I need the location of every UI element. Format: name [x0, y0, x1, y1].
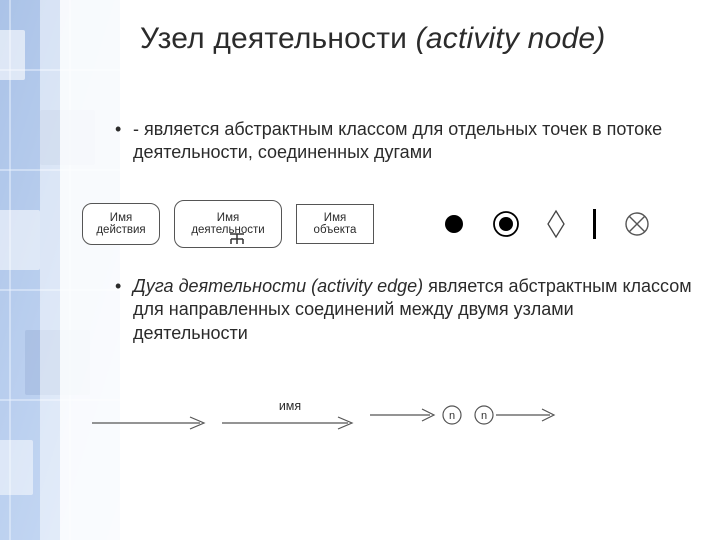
object-node-line1: Имя [324, 212, 346, 224]
arrow-icon [90, 415, 210, 431]
arrow-icon [220, 415, 360, 431]
edge-plain [85, 385, 215, 445]
control-nodes-group [442, 208, 650, 240]
action-node-shape: Имя действия [82, 203, 160, 245]
bullet-1: - является абстрактным классом для отдел… [115, 118, 693, 165]
activity-node-shape: Имя деятельности [174, 200, 282, 248]
action-node-line2: действия [96, 224, 145, 236]
object-node-line2: объекта [314, 224, 357, 236]
edge-connector-pair: n n [365, 385, 565, 445]
decision-diamond-icon [546, 209, 566, 239]
connector-arrow-icon: n n [368, 403, 563, 427]
initial-node-icon [442, 212, 466, 236]
activity-node-line1: Имя [217, 212, 239, 224]
title-plain: Узел деятельности [140, 22, 416, 55]
connector-n2: n [480, 410, 486, 422]
connector-n1: n [448, 410, 454, 422]
rake-icon [229, 233, 245, 244]
title-italic: (activity node) [416, 22, 606, 55]
bullet-2-italic: Дуга деятельности (activity edge) [133, 276, 423, 296]
bullet-1-text: - является абстрактным классом для отдел… [133, 119, 662, 162]
edge-notation-row: имя n n [85, 385, 695, 445]
edge-named: имя [215, 385, 365, 445]
object-node-shape: Имя объекта [296, 204, 374, 244]
final-node-icon [492, 210, 520, 238]
activity-node-line2: деятельности [191, 224, 264, 236]
page-title: Узел деятельности (activity node) [140, 22, 605, 56]
fork-join-bar-icon [592, 208, 598, 240]
action-node-line1: Имя [110, 212, 132, 224]
flow-final-icon [624, 211, 650, 237]
node-notation-row: Имя действия Имя деятельности Имя объект… [82, 199, 692, 249]
bullet-2: Дуга деятельности (activity edge) являет… [115, 275, 693, 345]
edge-name-label: имя [279, 399, 301, 413]
background-decoration [0, 0, 120, 540]
